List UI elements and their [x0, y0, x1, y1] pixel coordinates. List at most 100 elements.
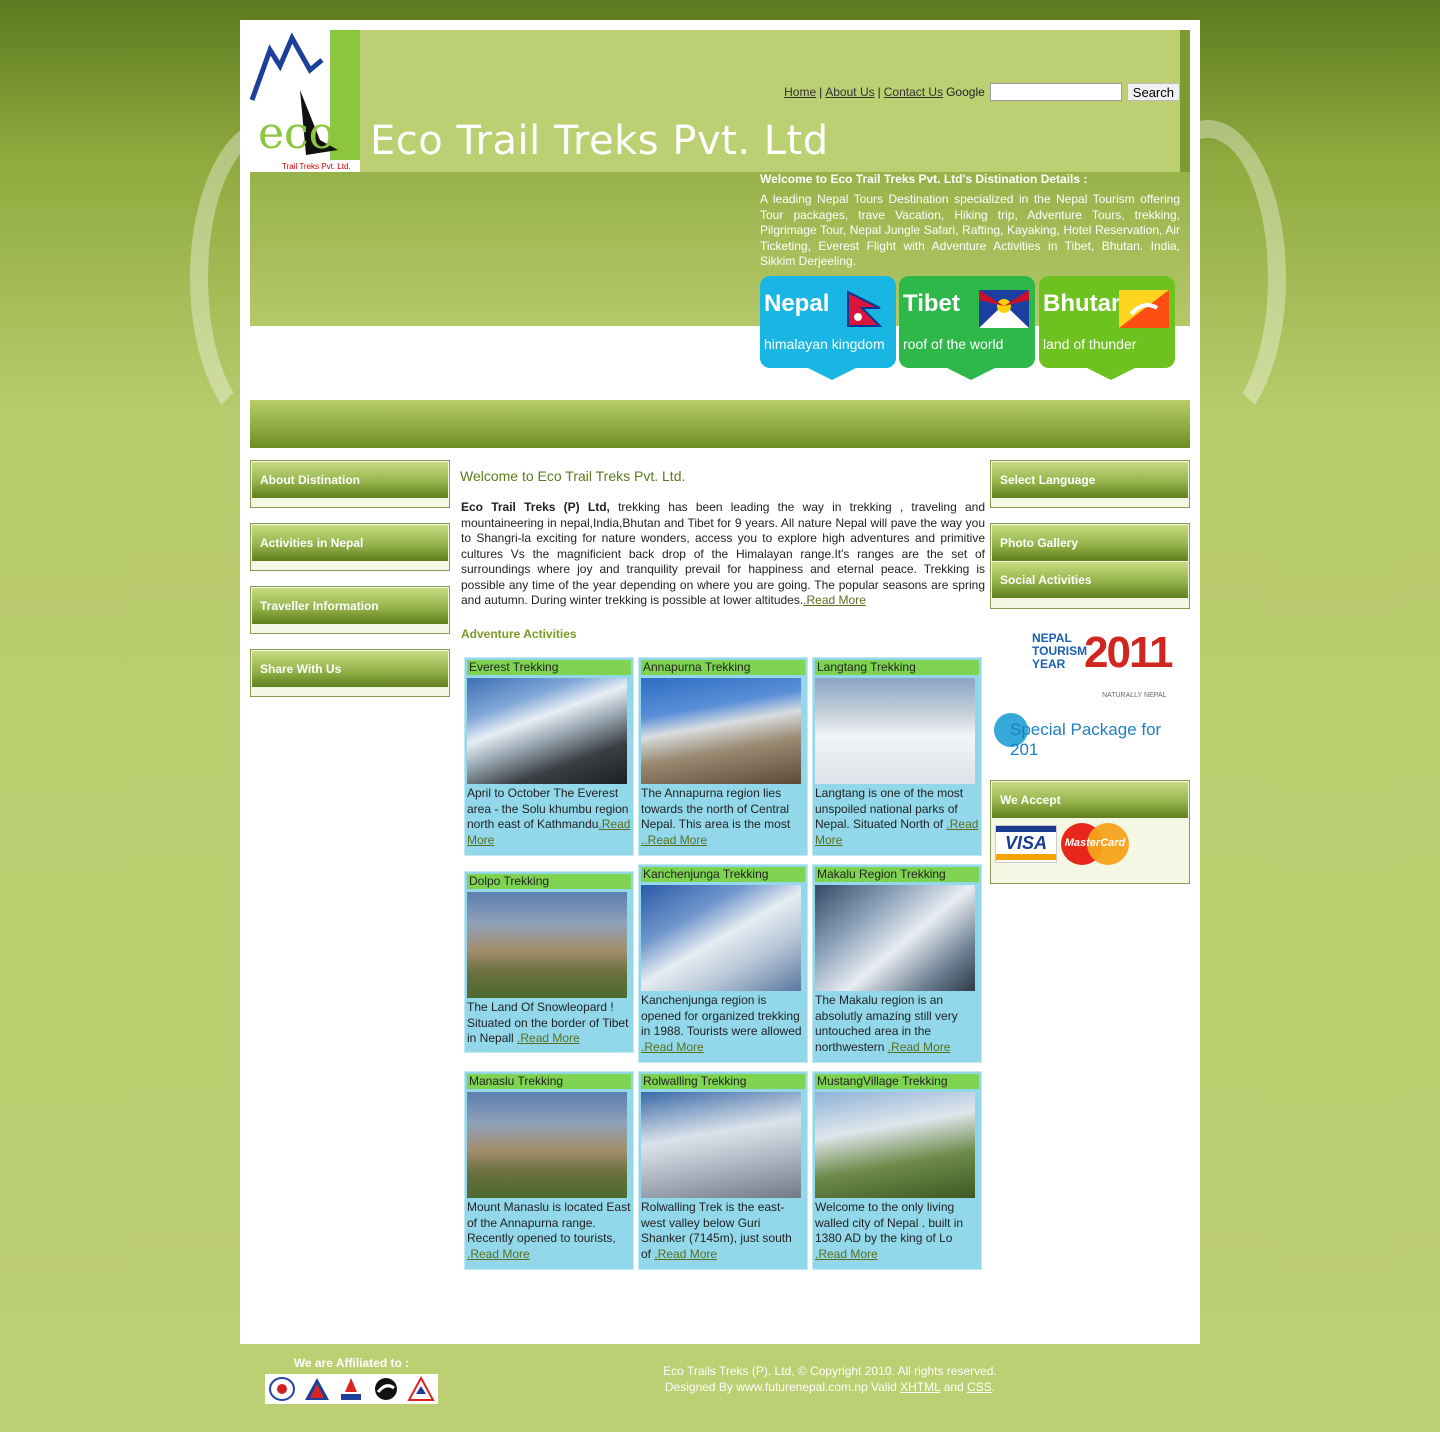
destination-nepal-button[interactable]: Nepal himalayan kingdom: [760, 276, 896, 380]
and-text: and: [940, 1379, 968, 1394]
trek-title[interactable]: Dolpo Trekking: [467, 874, 631, 889]
affiliate-logo-icon[interactable]: [303, 1376, 331, 1402]
trek-card-makalu: Makalu Region Trekking The Makalu region…: [812, 864, 982, 1063]
destination-tagline: land of thunder: [1043, 336, 1137, 352]
period-text: .: [991, 1379, 996, 1394]
designed-by: Designed By www.futurenepal.com.np Valid…: [600, 1380, 1060, 1396]
trek-card-annapurna: Annapurna Trekking The Annapurna region …: [638, 657, 808, 856]
trek-image[interactable]: [641, 885, 801, 991]
trek-text: The Annapurna region lies towards the no…: [641, 786, 791, 831]
trek-image[interactable]: [467, 678, 627, 784]
sidebar-box-traveller: Traveller Information: [250, 586, 450, 634]
sidebar-heading-activities[interactable]: Activities in Nepal: [252, 525, 448, 561]
trek-image[interactable]: [815, 885, 975, 991]
sidebar-heading-traveller[interactable]: Traveller Information: [252, 588, 448, 624]
trek-description: The Makalu region is an absolutly amazin…: [813, 991, 981, 1059]
trek-read-more-link[interactable]: ..Read More: [641, 833, 707, 847]
mastercard-label: MasterCard: [1064, 837, 1126, 849]
destination-tagline: roof of the world: [903, 336, 1004, 352]
trek-title[interactable]: Rolwalling Trekking: [641, 1074, 805, 1089]
trek-card-mustang: MustangVillage Trekking Welcome to the o…: [812, 1071, 982, 1270]
trek-description: The Annapurna region lies towards the no…: [639, 784, 807, 852]
trek-read-more-link[interactable]: .Read More: [517, 1031, 580, 1045]
nav-home-link[interactable]: Home: [784, 85, 816, 99]
nav-contact-link[interactable]: Contact Us: [884, 85, 943, 99]
trek-read-more-link[interactable]: .Read More: [654, 1247, 717, 1261]
sidebar-heading-accept: We Accept: [992, 782, 1188, 818]
nepal-flag-icon: [847, 290, 883, 327]
trek-title[interactable]: Kanchenjunga Trekking: [641, 867, 805, 882]
destination-arrow-icon: [1087, 368, 1135, 380]
sidebar-box-accept: We Accept VISA MasterCard: [990, 780, 1190, 884]
destination-name: Bhutan: [1043, 290, 1126, 317]
trek-image[interactable]: [467, 1092, 627, 1198]
trek-read-more-link[interactable]: .Read More: [467, 1247, 530, 1261]
tourism-year-promo[interactable]: NEPAL TOURISM YEAR 2011 NATURALLY NEPAL …: [992, 626, 1190, 759]
trek-title[interactable]: Manaslu Trekking: [467, 1074, 631, 1089]
trek-title[interactable]: Makalu Region Trekking: [815, 867, 979, 882]
logo-text: eco: [258, 108, 335, 159]
logo-subtext: Trail Treks Pvt. Ltd.: [282, 162, 351, 171]
trek-description: Langtang is one of the most unspoiled na…: [813, 784, 981, 852]
intro-read-more-link[interactable]: .Read More: [803, 593, 866, 607]
trek-image[interactable]: [815, 1092, 975, 1198]
promo-year: 2011: [1084, 628, 1173, 677]
trek-read-more-link[interactable]: .Read More: [815, 1247, 878, 1261]
trek-image[interactable]: [815, 678, 975, 784]
sidebar-heading-social[interactable]: Social Activities: [992, 562, 1188, 598]
nav-separator: |: [877, 85, 881, 99]
sidebar-heading-language[interactable]: Select Language: [992, 462, 1188, 498]
nav-about-link[interactable]: About Us: [825, 85, 874, 99]
destination-tibet-button[interactable]: Tibet roof of the world: [899, 276, 1035, 380]
css-link[interactable]: CSS: [967, 1380, 992, 1394]
trek-title[interactable]: Langtang Trekking: [815, 660, 979, 675]
welcome-text: A leading Nepal Tours Destination specia…: [760, 192, 1180, 268]
site-logo[interactable]: eco Trail Treks Pvt. Ltd.: [250, 30, 360, 172]
affiliate-logo-icon[interactable]: [337, 1376, 365, 1402]
sidebar-heading-about[interactable]: About Distination: [252, 462, 448, 498]
trek-title[interactable]: Annapurna Trekking: [641, 660, 805, 675]
trek-text: Mount Manaslu is located East of the Ann…: [467, 1200, 631, 1245]
welcome-title: Welcome to Eco Trail Treks Pvt. Ltd's Di…: [760, 172, 1088, 186]
trek-text: Welcome to the only living walled city o…: [815, 1200, 964, 1245]
affiliation-section: We are Affiliated to :: [265, 1356, 438, 1404]
sidebar-box-share: Share With Us: [250, 649, 450, 697]
xhtml-link[interactable]: XHTML: [900, 1380, 940, 1394]
promo-special-text: Special Package for 201: [1010, 720, 1162, 759]
trek-description: April to October The Everest area - the …: [465, 784, 633, 852]
trek-image[interactable]: [467, 892, 627, 998]
destination-arrow-icon: [808, 368, 856, 380]
trek-text: Kanchenjunga region is opened for organi…: [641, 993, 802, 1038]
trek-title[interactable]: MustangVillage Trekking: [815, 1074, 979, 1089]
google-label: Google: [946, 85, 985, 99]
main-menu-bar: [250, 400, 1190, 448]
intro-text: trekking has been leading the way in tre…: [461, 500, 986, 607]
affiliation-logos: [265, 1374, 438, 1404]
trek-image[interactable]: [641, 678, 801, 784]
trek-read-more-link[interactable]: .Read More: [888, 1040, 951, 1054]
sidebar-heading-gallery[interactable]: Photo Gallery: [992, 525, 1188, 561]
affiliate-logo-icon[interactable]: [406, 1376, 435, 1402]
visa-icon: VISA: [995, 825, 1057, 863]
main-content: Welcome to Eco Trail Treks Pvt. Ltd. Eco…: [460, 460, 985, 641]
affiliation-label: We are Affiliated to :: [293, 1356, 410, 1370]
trek-description: Rolwalling Trek is the east-west valley …: [639, 1198, 807, 1266]
search-button[interactable]: Search: [1126, 83, 1180, 101]
brand-name: Eco Trail Treks Pvt. Ltd: [370, 118, 829, 164]
logo-mountain-icon: eco Trail Treks Pvt. Ltd.: [250, 32, 360, 172]
promo-title: NEPAL TOURISM YEAR: [1032, 632, 1087, 671]
sidebar-heading-share[interactable]: Share With Us: [252, 651, 448, 687]
trek-title[interactable]: Everest Trekking: [467, 660, 631, 675]
search-input[interactable]: [989, 83, 1122, 101]
trek-read-more-link[interactable]: .Read More: [641, 1040, 704, 1054]
trek-image[interactable]: [641, 1092, 801, 1198]
destination-tagline: himalayan kingdom: [764, 336, 885, 352]
intro-paragraph: Eco Trail Treks (P) Ltd, trekking has be…: [461, 500, 985, 609]
sidebar-box-language: Select Language: [990, 460, 1190, 508]
sidebar-box-activities: Activities in Nepal: [250, 523, 450, 571]
destination-bhutan-button[interactable]: Bhutan land of thunder: [1039, 276, 1175, 380]
affiliate-logo-icon[interactable]: [268, 1376, 296, 1402]
destination-arrow-icon: [947, 368, 995, 380]
affiliate-logo-icon[interactable]: [372, 1376, 400, 1402]
header: eco Trail Treks Pvt. Ltd. Eco Trail Trek…: [250, 30, 1190, 172]
